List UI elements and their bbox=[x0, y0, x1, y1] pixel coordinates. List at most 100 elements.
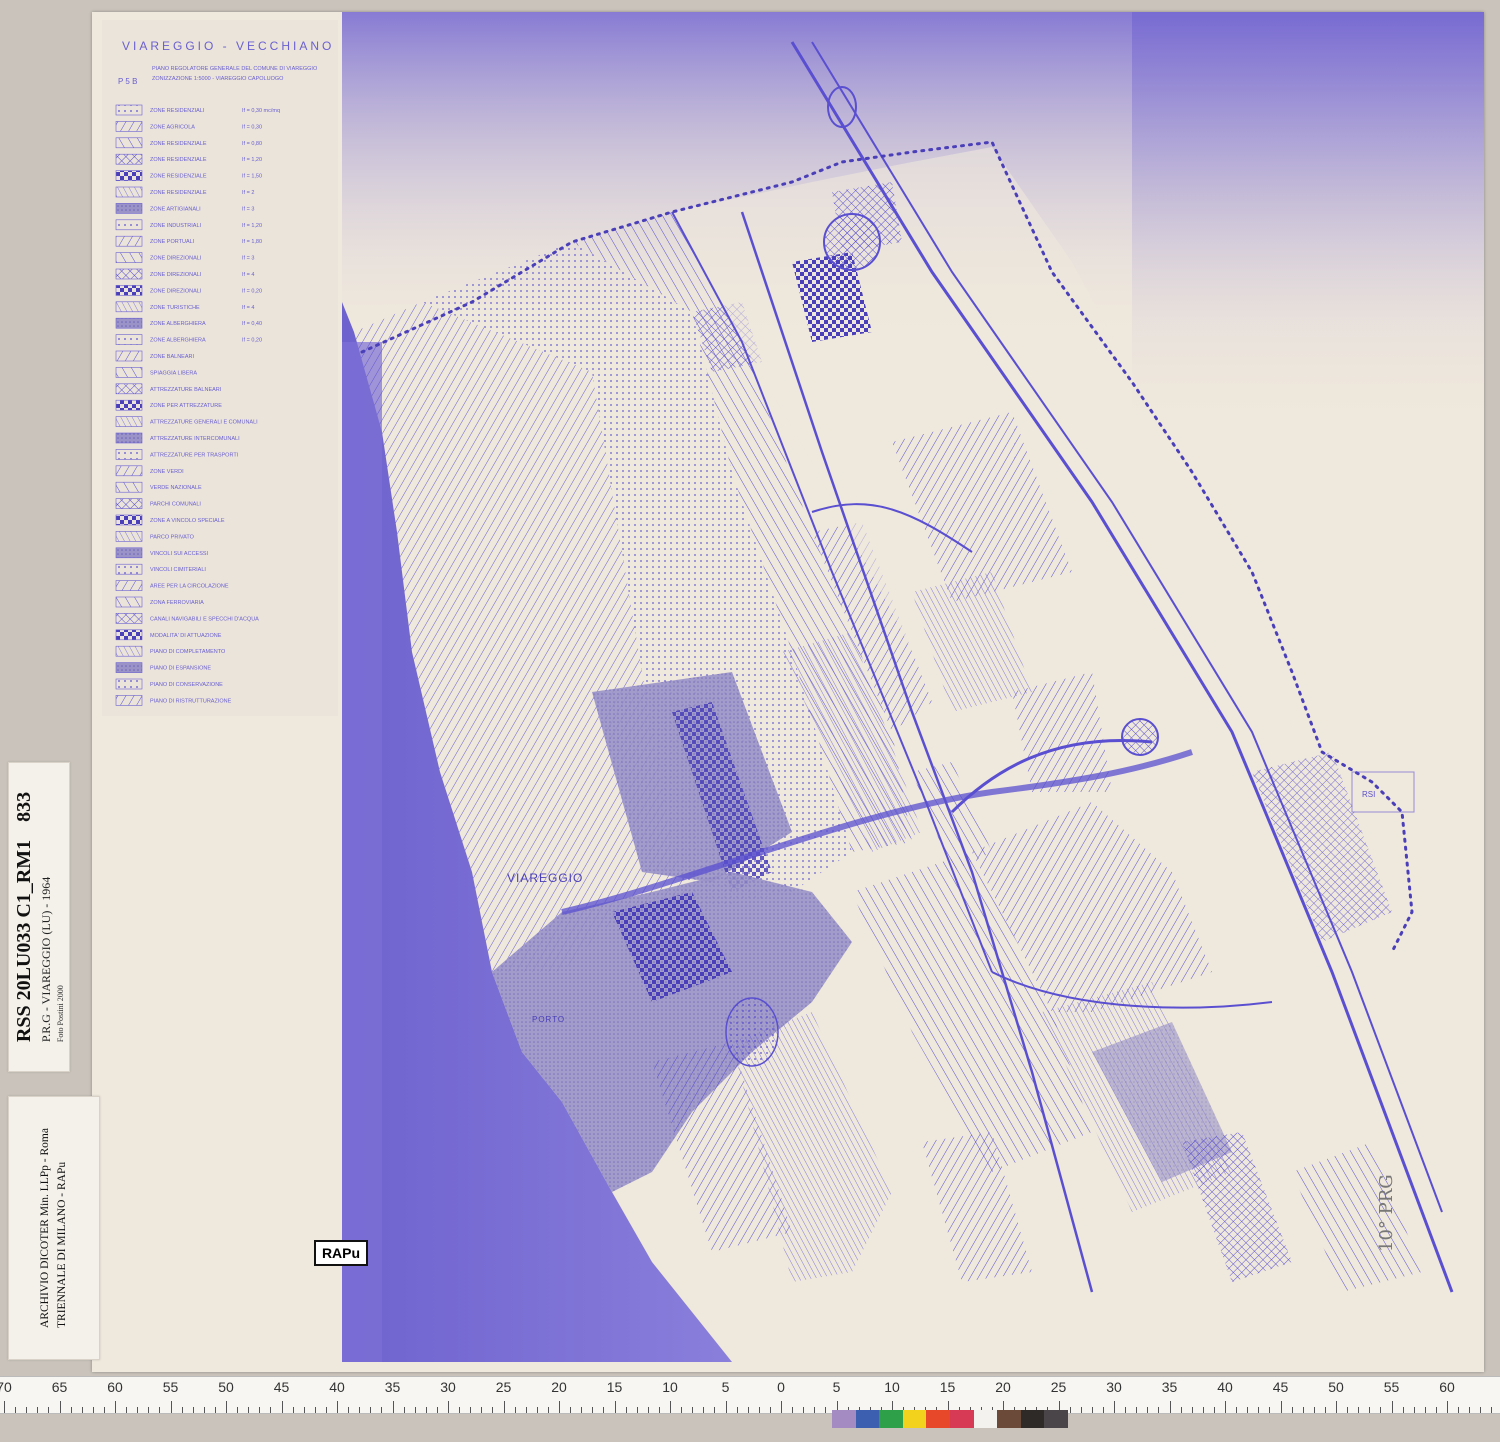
ruler-tick bbox=[825, 1407, 827, 1413]
ruler-tick bbox=[625, 1407, 627, 1413]
color-swatch bbox=[902, 1410, 927, 1428]
legend-value: If = 1,80 bbox=[242, 239, 262, 245]
legend-label: ZONE TURISTICHE bbox=[150, 305, 200, 311]
ruler-tick bbox=[1469, 1407, 1471, 1413]
rapu-badge: RAPu bbox=[314, 1240, 368, 1266]
color-calibration-strip bbox=[832, 1410, 1068, 1428]
ruler-tick bbox=[736, 1407, 738, 1413]
ruler-tick bbox=[647, 1407, 649, 1413]
legend-value: If = 3 bbox=[242, 256, 254, 262]
legend-swatch bbox=[115, 514, 143, 526]
ruler-tick bbox=[1491, 1407, 1493, 1413]
legend-swatch bbox=[115, 334, 143, 345]
ruler-tick bbox=[681, 1407, 683, 1413]
legend-swatch bbox=[115, 350, 143, 362]
legend-swatch bbox=[115, 219, 143, 231]
color-swatch bbox=[997, 1410, 1021, 1428]
legend-swatch bbox=[115, 432, 143, 444]
ruler-tick bbox=[603, 1407, 605, 1413]
legend-swatch bbox=[115, 317, 143, 329]
ruler-tick bbox=[303, 1407, 305, 1413]
ruler-tick bbox=[37, 1407, 39, 1413]
ruler-tick bbox=[1291, 1407, 1293, 1413]
ruler-tick bbox=[703, 1407, 705, 1413]
ruler-tick bbox=[1158, 1407, 1160, 1413]
ruler-tick bbox=[359, 1407, 361, 1413]
legend-swatch bbox=[115, 203, 143, 214]
archive-label-code: RSS 20LU033 C1_RM1 833 P.R.G - VIAREGGIO… bbox=[8, 762, 70, 1072]
legend-swatch bbox=[115, 268, 143, 280]
legend-label: PARCO PRIVATO bbox=[150, 534, 195, 540]
ruler-tick bbox=[769, 1407, 771, 1413]
legend-swatch bbox=[115, 498, 143, 509]
ruler-tick bbox=[1380, 1407, 1382, 1413]
ruler-label: 5 bbox=[721, 1379, 730, 1395]
ruler-tick bbox=[658, 1407, 660, 1413]
legend-label: ATTREZZATURE GENERALI E COMUNALI bbox=[150, 420, 258, 426]
legend-swatch bbox=[115, 252, 143, 263]
legend-label: ZONE PORTUALI bbox=[150, 239, 195, 245]
color-swatch bbox=[926, 1410, 950, 1428]
ruler-tick bbox=[470, 1407, 472, 1413]
legend-label: ATTREZZATURE PER TRASPORTI bbox=[150, 452, 239, 458]
legend-label: ZONE DIREZIONALI bbox=[150, 272, 202, 278]
ruler-tick bbox=[448, 1401, 449, 1413]
legend-label: PIANO DI RISTRUTTURAZIONE bbox=[150, 698, 232, 704]
ruler-tick bbox=[115, 1401, 116, 1413]
ruler-label: 65 bbox=[51, 1379, 68, 1395]
color-swatch bbox=[1044, 1410, 1068, 1428]
ruler-tick bbox=[1202, 1407, 1204, 1413]
legend-swatch bbox=[115, 613, 143, 624]
ruler-tick bbox=[348, 1407, 350, 1413]
ruler-label: 50 bbox=[1328, 1379, 1344, 1395]
legend-swatch bbox=[115, 416, 143, 427]
ruler-tick bbox=[281, 1401, 283, 1413]
legend-label: ATTREZZATURE BALNEARI bbox=[150, 387, 222, 393]
ruler-tick bbox=[70, 1407, 72, 1413]
map-stamp: RSI bbox=[1362, 790, 1375, 799]
ruler-tick bbox=[614, 1401, 616, 1413]
legend-value: If = 0,20 bbox=[242, 338, 262, 344]
ruler-label: 15 bbox=[939, 1379, 956, 1395]
legend-label: ZONE RESIDENZIALI bbox=[150, 108, 205, 114]
ruler-tick bbox=[1147, 1407, 1149, 1413]
ruler-label: 60 bbox=[107, 1379, 123, 1395]
legend-swatch bbox=[115, 531, 143, 542]
legend-label: ZONE PER ATTREZZATURE bbox=[150, 403, 222, 409]
legend-value: If = 0,40 bbox=[242, 321, 262, 327]
port-label: PORTO bbox=[532, 1015, 565, 1024]
ruler-tick bbox=[781, 1401, 782, 1413]
ruler-tick bbox=[1236, 1407, 1238, 1413]
archive-label-source: ARCHIVIO DICOTER Min. LLPp - Roma TRIENN… bbox=[8, 1096, 100, 1360]
ruler-tick bbox=[270, 1407, 272, 1413]
legend-swatch bbox=[115, 235, 143, 247]
ruler-tick bbox=[81, 1407, 83, 1413]
ruler-tick bbox=[1169, 1401, 1171, 1413]
ruler-tick bbox=[159, 1407, 161, 1413]
ruler-tick bbox=[48, 1407, 50, 1413]
legend-value: If = 4 bbox=[242, 272, 254, 278]
legend-label: PIANO DI CONSERVAZIONE bbox=[150, 682, 223, 688]
ruler-tick bbox=[170, 1401, 172, 1413]
plan-number: P 5 B bbox=[118, 77, 137, 86]
legend-swatch bbox=[115, 678, 143, 690]
ruler-label: 35 bbox=[384, 1379, 401, 1395]
ruler-tick bbox=[1114, 1401, 1115, 1413]
ruler-tick bbox=[1402, 1407, 1404, 1413]
legend-swatch bbox=[115, 383, 143, 395]
legend-label: ZONE A VINCOLO SPECIALE bbox=[150, 518, 225, 524]
ruler-tick bbox=[1091, 1407, 1093, 1413]
ruler-label: 55 bbox=[1383, 1379, 1400, 1395]
legend-label: SPIAGGIA LIBERA bbox=[150, 370, 197, 376]
ruler-tick bbox=[1447, 1401, 1448, 1413]
ruler-tick bbox=[692, 1407, 694, 1413]
color-swatch bbox=[832, 1410, 856, 1428]
ruler-tick bbox=[803, 1407, 805, 1413]
ruler-tick bbox=[1125, 1407, 1127, 1413]
legend-swatch bbox=[115, 645, 143, 657]
ruler-tick bbox=[248, 1407, 250, 1413]
zoning-map: VIAREGGIO - VECCHIANO P 5 B PIANO REGOLA… bbox=[102, 12, 1484, 1362]
legend-swatch bbox=[115, 695, 143, 706]
photo-credit: Foto Postini 2000 bbox=[56, 985, 65, 1043]
ruler-tick bbox=[259, 1407, 261, 1413]
